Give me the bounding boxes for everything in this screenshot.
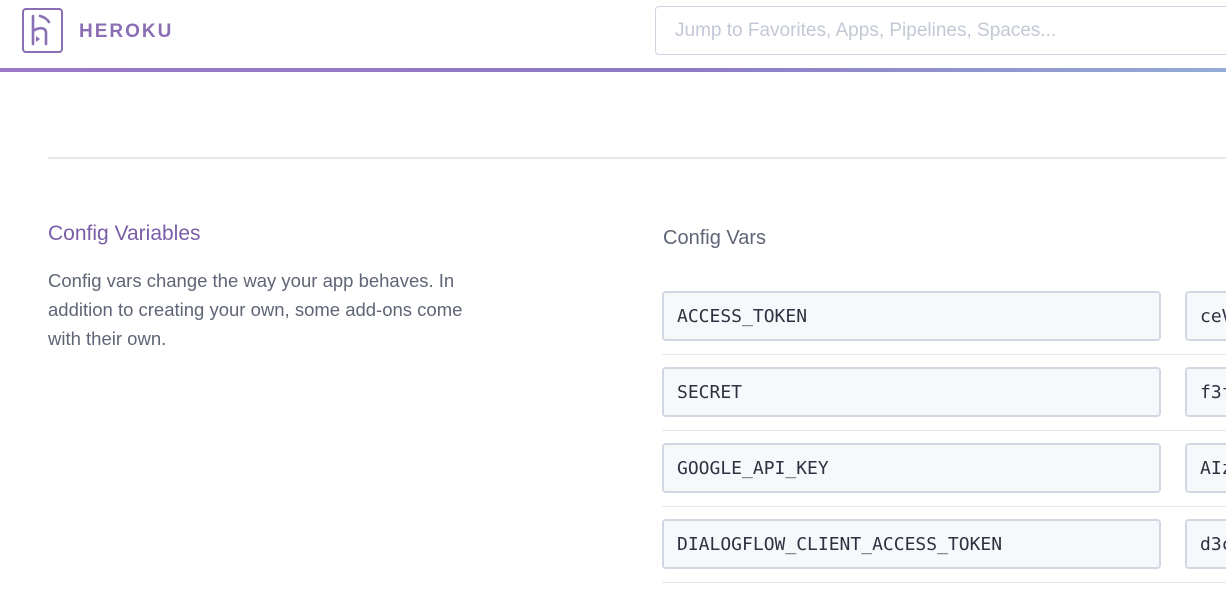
- config-var-value-input[interactable]: [1185, 443, 1226, 493]
- heroku-h-glyph: [31, 14, 51, 46]
- heroku-logo-icon[interactable]: [22, 8, 63, 53]
- header-accent-bar: [0, 68, 1226, 72]
- config-variables-title: Config Variables: [48, 222, 201, 245]
- top-header: HEROKU: [0, 0, 1226, 68]
- config-var-value-input[interactable]: [1185, 519, 1226, 569]
- config-var-row: [662, 519, 1226, 595]
- config-var-value-input[interactable]: [1185, 367, 1226, 417]
- row-separator: [662, 354, 1226, 355]
- config-var-key-input[interactable]: [662, 367, 1161, 417]
- config-variables-description: Config vars change the way your app beha…: [48, 270, 463, 349]
- row-separator: [662, 506, 1226, 507]
- config-var-row: [662, 291, 1226, 367]
- config-var-row: [662, 367, 1226, 443]
- search-input[interactable]: [655, 6, 1226, 55]
- config-var-key-input[interactable]: [662, 519, 1161, 569]
- row-separator: [662, 430, 1226, 431]
- section-divider: [48, 157, 1226, 159]
- config-var-value-input[interactable]: [1185, 291, 1226, 341]
- config-var-row: [662, 443, 1226, 519]
- config-vars-title: Config Vars: [663, 227, 767, 249]
- config-var-key-input[interactable]: [662, 443, 1161, 493]
- brand-name[interactable]: HEROKU: [79, 20, 173, 44]
- config-var-key-input[interactable]: [662, 291, 1161, 341]
